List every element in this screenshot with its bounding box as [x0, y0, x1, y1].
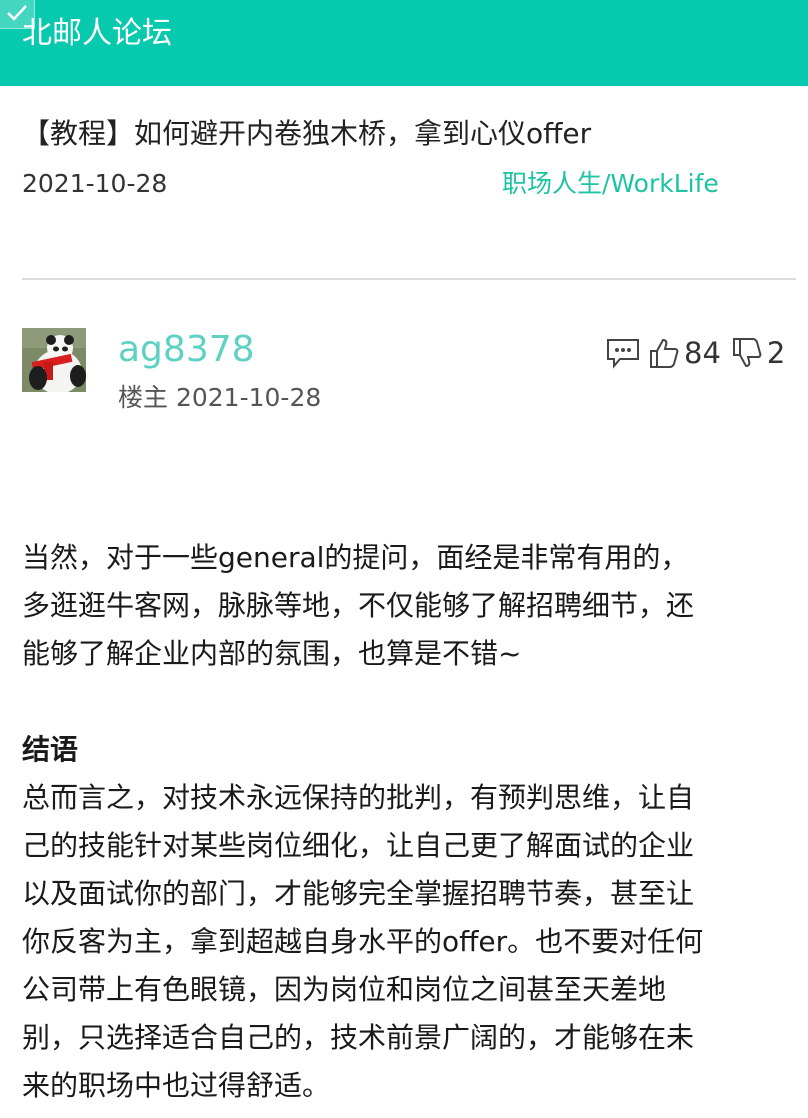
- text-line: 当然，对于一些general的提问，面经是非常有用的，: [22, 541, 689, 574]
- avatar[interactable]: [22, 328, 86, 392]
- paragraph: 当然，对于一些general的提问，面经是非常有用的， 多逛逛牛客网，脉脉等地，…: [22, 534, 798, 678]
- like-count: 84: [684, 336, 721, 370]
- text-line: 别，只选择适合自己的，技术前景广阔的，才能够在未: [22, 1021, 695, 1054]
- section-heading: 结语: [22, 733, 79, 766]
- author-name[interactable]: ag8378: [118, 326, 255, 374]
- app-title: 北邮人论坛: [22, 16, 172, 51]
- thumbs-up-icon[interactable]: [648, 337, 680, 369]
- post-date: 2021-10-28: [22, 169, 168, 198]
- dislike-count: 2: [766, 336, 786, 370]
- text-line: 你反客为主，拿到超越自身水平的offer。也不要对任何: [22, 925, 704, 958]
- text-line: 己的技能针对某些岗位细化，让自己更了解面试的企业: [22, 829, 695, 862]
- divider: [22, 278, 796, 280]
- board-link[interactable]: 职场人生/WorkLife: [502, 166, 719, 202]
- text-line: 公司带上有色眼镜，因为岗位和岗位之间甚至天差地: [22, 973, 667, 1006]
- reply-date: 2021-10-28: [175, 383, 322, 412]
- paragraph: 总而言之，对技术永远保持的批判，有预判思维，让自 己的技能针对某些岗位细化，让自…: [22, 774, 798, 1110]
- post-title: 【教程】如何避开内卷独木桥，拿到心仪offer: [22, 117, 592, 150]
- author-role: 楼主: [118, 383, 169, 412]
- text-line: 来的职场中也过得舒适。: [22, 1069, 331, 1102]
- text-line: 总而言之，对技术永远保持的批判，有预判思维，让自: [22, 781, 695, 814]
- text-line: 以及面试你的部门，才能够完全掌握招聘节奏，甚至让: [22, 877, 695, 910]
- text-line: 多逛逛牛客网，脉脉等地，不仅能够了解招聘细节，还: [22, 589, 695, 622]
- author-meta: 楼主 2021-10-28: [118, 380, 321, 416]
- reply-actions: 84 2: [606, 334, 791, 372]
- post-content: 当然，对于一些general的提问，面经是非常有用的， 多逛逛牛客网，脉脉等地，…: [22, 534, 798, 1110]
- text-line: 能够了解企业内部的氛围，也算是不错~: [22, 637, 522, 670]
- thumbs-down-icon[interactable]: [731, 337, 763, 369]
- app-header: 北邮人论坛: [0, 0, 808, 86]
- comment-icon[interactable]: [606, 337, 640, 369]
